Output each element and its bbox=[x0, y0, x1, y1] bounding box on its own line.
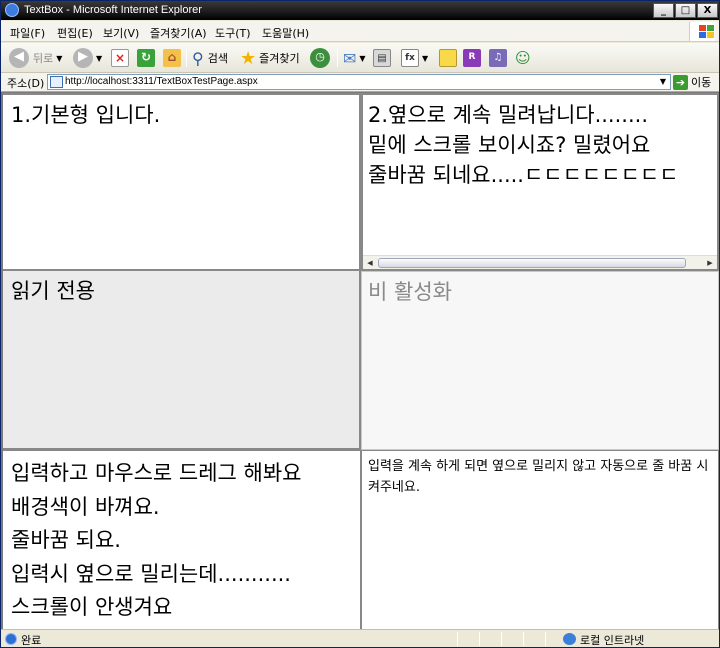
nowrap-textbox[interactable]: 2.옆으로 계속 밀려납니다........ 밑에 스크롤 보이시죠? 밀렸어요… bbox=[361, 93, 719, 271]
chevron-down-icon: ▼ bbox=[96, 53, 103, 63]
status-bar: 완료 로컬 인트라넷 bbox=[1, 629, 719, 647]
media-button[interactable]: ♫ bbox=[489, 47, 507, 69]
browser-window: TextBox - Microsoft Internet Explorer _ … bbox=[0, 0, 720, 648]
messenger-icon: ☺ bbox=[515, 49, 531, 67]
status-pane-divider bbox=[501, 632, 502, 646]
edit-button[interactable]: fx ▼ bbox=[401, 47, 428, 69]
page-icon bbox=[50, 76, 63, 88]
readonly-textbox-value: 읽기 전용 bbox=[11, 279, 95, 303]
chevron-down-icon: ▼ bbox=[56, 53, 63, 63]
home-button[interactable]: ⌂ bbox=[163, 47, 181, 69]
wrap-textbox[interactable]: 입력을 계속 하게 되면 옆으로 밀리지 않고 자동으로 줄 바꿈 시켜주네요. bbox=[361, 450, 719, 630]
windows-logo-icon bbox=[689, 22, 715, 41]
menu-tools[interactable]: 도구(T) bbox=[215, 25, 251, 41]
search-label: 검색 bbox=[207, 52, 228, 65]
history-button[interactable]: ◷ bbox=[310, 47, 330, 69]
address-label: 주소(D) bbox=[7, 77, 45, 90]
stop-button[interactable]: × bbox=[111, 47, 129, 69]
window-title: TextBox - Microsoft Internet Explorer bbox=[24, 4, 202, 16]
refresh-icon: ↻ bbox=[137, 49, 155, 67]
minimize-button[interactable]: _ bbox=[653, 3, 674, 18]
status-pane-divider bbox=[523, 632, 524, 646]
status-text: 완료 bbox=[21, 634, 42, 647]
drag-textbox[interactable]: 입력하고 마우스로 드레그 해봐요 배경색이 바껴요. 줄바꿈 되요. 입력시 … bbox=[3, 450, 361, 630]
page-done-icon bbox=[5, 633, 17, 645]
forward-button[interactable]: ▶ ▼ bbox=[73, 47, 102, 69]
history-icon: ◷ bbox=[310, 48, 330, 68]
favorites-label: 즐겨찾기 bbox=[259, 52, 300, 65]
horizontal-scrollbar[interactable]: ◀ ▶ bbox=[363, 255, 717, 269]
go-label: 이동 bbox=[691, 76, 712, 89]
toolbar-separator bbox=[186, 49, 187, 67]
wrap-textbox-value: 입력을 계속 하게 되면 옆으로 밀리지 않고 자동으로 줄 바꿈 시켜주네요. bbox=[368, 459, 709, 495]
readonly-textbox: 읽기 전용 bbox=[3, 271, 361, 450]
discuss-button[interactable] bbox=[439, 47, 457, 69]
go-arrow-icon: ➔ bbox=[673, 74, 688, 90]
search-button[interactable]: ⚲ 검색 bbox=[192, 47, 228, 69]
scroll-left-icon[interactable]: ◀ bbox=[363, 256, 377, 269]
maximize-button[interactable]: □ bbox=[675, 3, 696, 18]
title-bar: TextBox - Microsoft Internet Explorer _ … bbox=[1, 1, 719, 20]
note-icon bbox=[439, 49, 457, 67]
messenger-button[interactable]: ☺ bbox=[515, 47, 531, 69]
toolbar-separator bbox=[337, 49, 338, 67]
security-zone-text: 로컬 인트라넷 bbox=[580, 634, 645, 647]
star-icon: ★ bbox=[240, 47, 257, 69]
stop-icon: × bbox=[111, 49, 129, 67]
chevron-down-icon: ▼ bbox=[422, 53, 429, 63]
basic-textbox-value: 1.기본형 입니다. bbox=[11, 103, 161, 127]
address-url: http://localhost:3311/TextBoxTestPage.as… bbox=[65, 76, 258, 87]
status-pane-divider bbox=[479, 632, 480, 646]
intranet-globe-icon bbox=[563, 633, 576, 645]
research-button[interactable]: R bbox=[463, 47, 481, 69]
home-icon: ⌂ bbox=[163, 49, 181, 67]
mail-icon: ✉ bbox=[343, 48, 357, 68]
standard-toolbar: ◀ 뒤로 ▼ ▶ ▼ × ↻ ⌂ ⚲ 검색 ★ 즐겨찾기 ◷ ✉ ▼ ▤ fx … bbox=[1, 43, 719, 73]
research-icon: R bbox=[463, 49, 481, 67]
search-icon: ⚲ bbox=[192, 48, 204, 68]
disabled-textbox: 비 활성화 bbox=[361, 271, 719, 450]
favorites-button[interactable]: ★ 즐겨찾기 bbox=[240, 47, 300, 69]
scrollbar-thumb[interactable] bbox=[378, 258, 686, 268]
ie-logo-icon bbox=[5, 3, 19, 17]
forward-arrow-icon: ▶ bbox=[73, 48, 93, 68]
go-button[interactable]: ➔ 이동 bbox=[673, 74, 711, 90]
refresh-button[interactable]: ↻ bbox=[137, 47, 155, 69]
menu-file[interactable]: 파일(F) bbox=[10, 25, 45, 41]
address-bar: 주소(D) http://localhost:3311/TextBoxTestP… bbox=[1, 73, 719, 92]
disabled-textbox-value: 비 활성화 bbox=[368, 280, 452, 304]
page-content: 1.기본형 입니다. 2.옆으로 계속 밀려납니다........ 밑에 스크롤… bbox=[1, 92, 719, 630]
scroll-right-icon[interactable]: ▶ bbox=[703, 256, 717, 269]
media-icon: ♫ bbox=[489, 49, 507, 67]
status-pane-divider bbox=[457, 632, 458, 646]
status-pane-divider bbox=[545, 632, 546, 646]
nowrap-textbox-value: 2.옆으로 계속 밀려납니다........ 밑에 스크롤 보이시죠? 밀렸어요… bbox=[368, 103, 679, 187]
printer-icon: ▤ bbox=[373, 49, 391, 67]
back-button[interactable]: ◀ 뒤로 ▼ bbox=[9, 47, 62, 69]
address-input[interactable]: http://localhost:3311/TextBoxTestPage.as… bbox=[47, 74, 671, 90]
edit-doc-icon: fx bbox=[401, 49, 419, 67]
back-arrow-icon: ◀ bbox=[9, 48, 29, 68]
chevron-down-icon: ▼ bbox=[359, 53, 366, 63]
menu-view[interactable]: 보기(V) bbox=[103, 25, 139, 41]
menu-help[interactable]: 도움말(H) bbox=[262, 25, 309, 41]
basic-textbox[interactable]: 1.기본형 입니다. bbox=[3, 93, 361, 271]
back-label: 뒤로 bbox=[33, 52, 54, 65]
menu-favorites[interactable]: 즐겨찾기(A) bbox=[150, 25, 207, 41]
menu-bar: 파일(F) 편집(E) 보기(V) 즐겨찾기(A) 도구(T) 도움말(H) bbox=[1, 21, 719, 42]
mail-button[interactable]: ✉ ▼ bbox=[343, 47, 366, 69]
menu-edit[interactable]: 편집(E) bbox=[57, 25, 93, 41]
chevron-down-icon[interactable]: ▼ bbox=[656, 75, 670, 89]
drag-textbox-value: 입력하고 마우스로 드레그 해봐요 배경색이 바껴요. 줄바꿈 되요. 입력시 … bbox=[11, 461, 302, 619]
close-button[interactable]: X bbox=[697, 3, 718, 18]
print-button[interactable]: ▤ bbox=[373, 47, 391, 69]
